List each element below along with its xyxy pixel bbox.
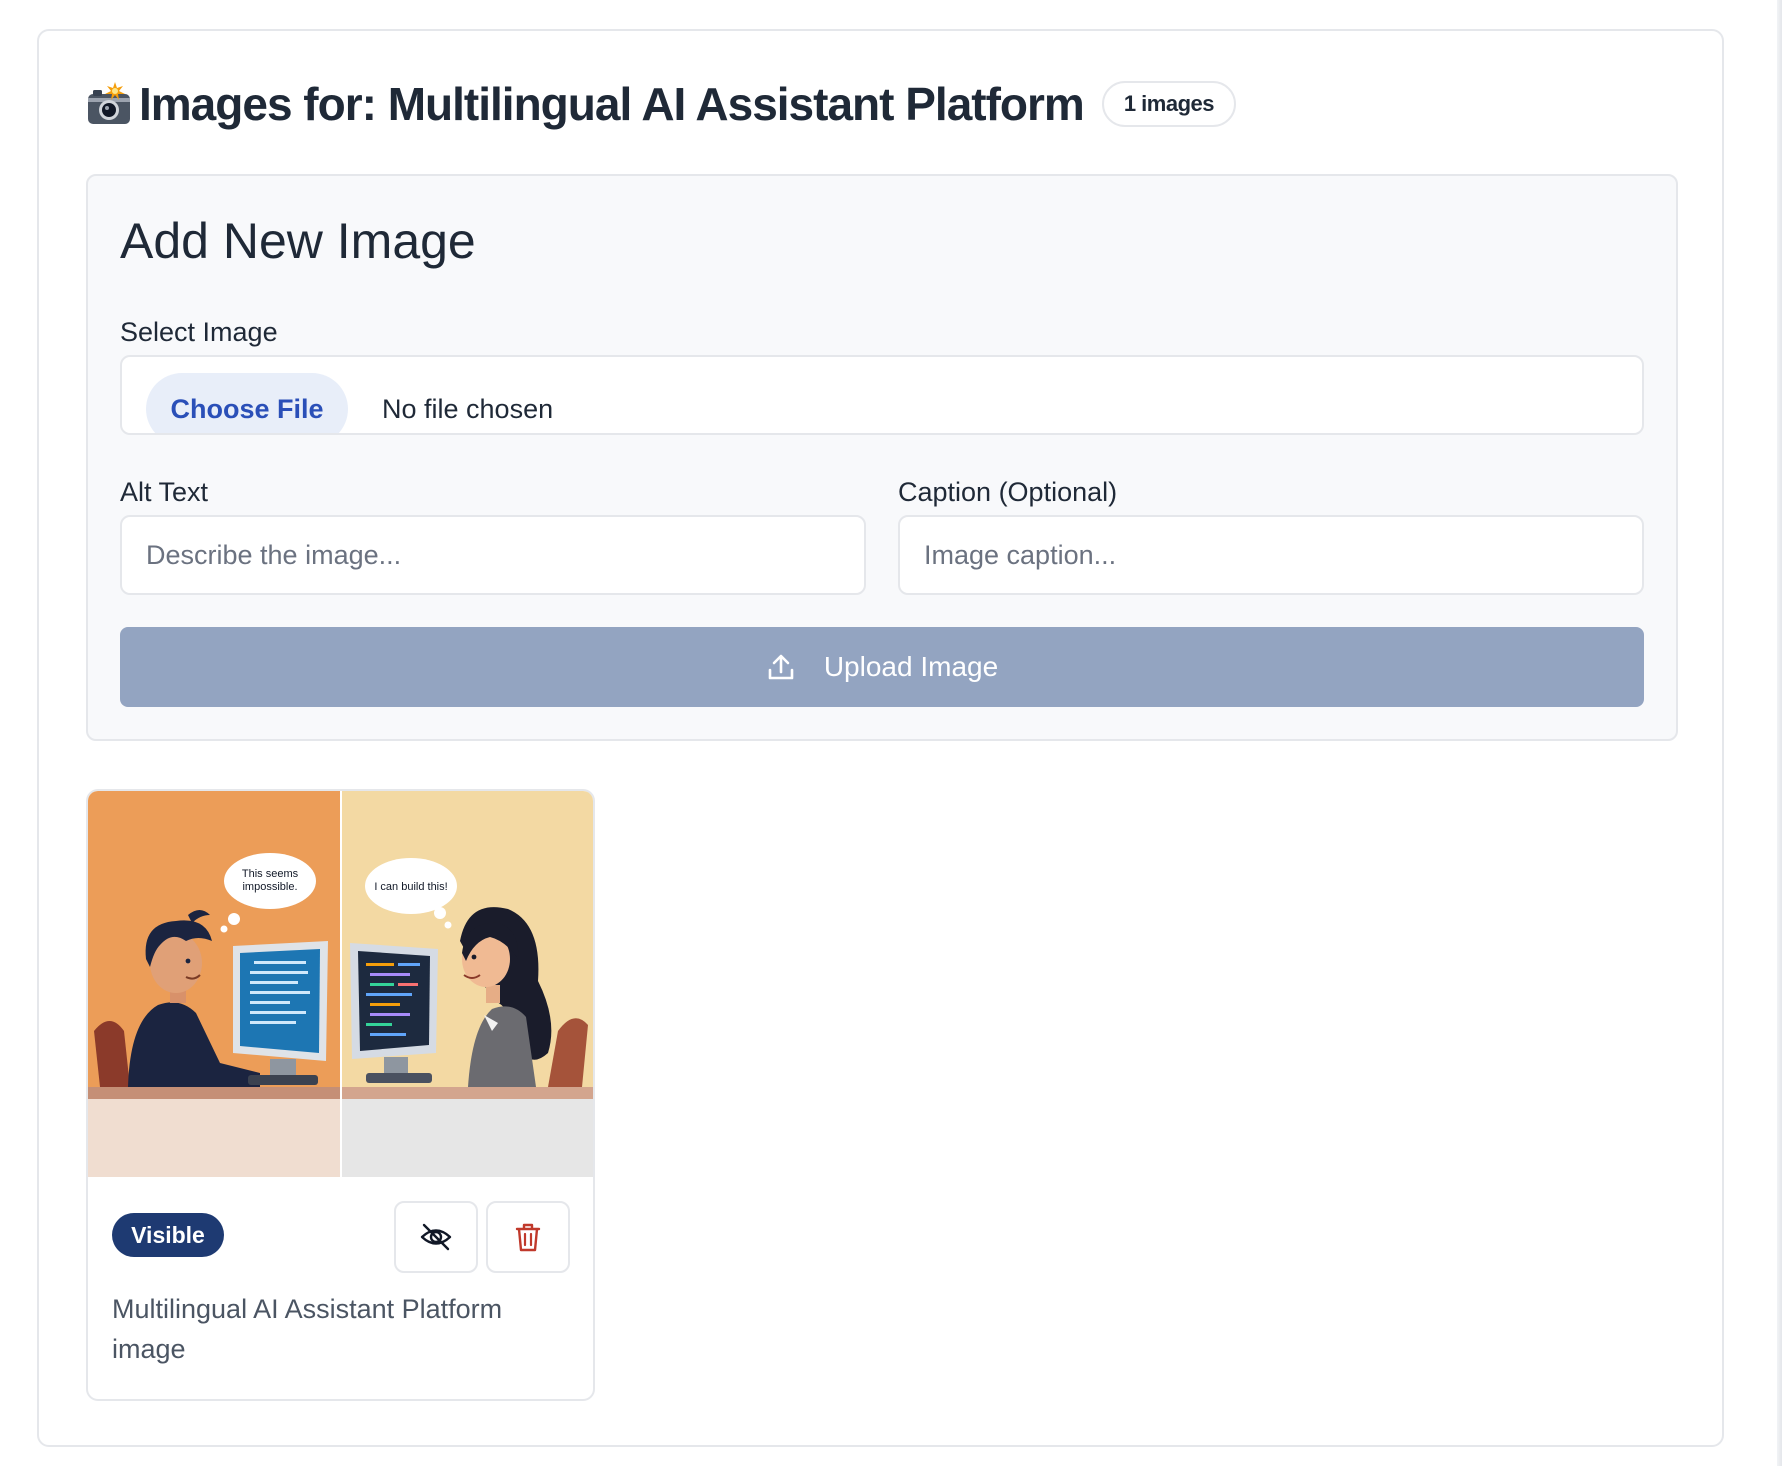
upload-image-label: Upload Image <box>823 651 999 682</box>
speech-bubble-left-line1: This seems <box>242 868 299 880</box>
image-count-badge: 1 images <box>1101 81 1236 127</box>
caption-input[interactable] <box>898 515 1644 595</box>
upload-image-button[interactable]: Upload Image <box>120 627 1644 707</box>
image-caption: Multilingual AI Assistant Platform image <box>112 1294 503 1364</box>
file-input[interactable]: Choose File No file chosen <box>120 355 1644 435</box>
trash-icon <box>515 1223 541 1252</box>
delete-image-button[interactable] <box>486 1201 570 1273</box>
choose-file-button[interactable]: Choose File <box>146 373 348 433</box>
caption-label: Caption (Optional) <box>898 477 1118 507</box>
speech-bubble-right-text: I can build this! <box>374 881 447 893</box>
image-card: This seems impossible. I can build this!… <box>86 789 595 1401</box>
add-image-title: Add New Image <box>120 213 476 269</box>
file-status-text: No file chosen <box>382 394 554 424</box>
window-edge <box>1777 0 1782 1466</box>
camera-flash-icon <box>88 82 130 124</box>
page-title: Images for: Multilingual AI Assistant Pl… <box>139 78 1085 130</box>
eye-off-icon <box>420 1223 452 1251</box>
select-image-label: Select Image <box>120 317 278 347</box>
upload-icon <box>768 654 794 680</box>
alt-text-label: Alt Text <box>120 477 209 507</box>
image-thumbnail[interactable]: This seems impossible. I can build this! <box>88 791 593 1177</box>
alt-text-input[interactable] <box>120 515 866 595</box>
hide-image-button[interactable] <box>394 1201 478 1273</box>
section-header: Images for: Multilingual AI Assistant Pl… <box>85 76 1236 132</box>
speech-bubble-left-line2: impossible. <box>242 881 297 893</box>
visibility-status-badge: Visible <box>112 1213 224 1257</box>
